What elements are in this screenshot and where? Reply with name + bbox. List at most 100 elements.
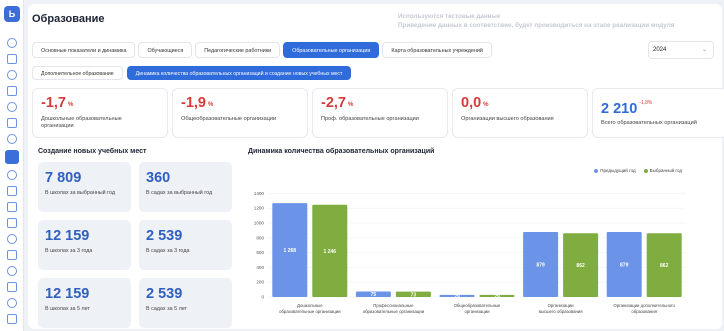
new-places-tiles: 7 809 В школах за выбранный год 360 В са… — [38, 162, 232, 328]
kpi-card-preschool: -1,7% Дошкольные образовательные организ… — [32, 88, 168, 138]
legend-dot-icon — [594, 168, 599, 173]
bar-data-label: 75 — [371, 292, 377, 298]
chart-legend: Предыдущий год Выбранный год — [594, 168, 682, 173]
kpi-label: Всего образовательных организаций — [601, 120, 697, 126]
bar-data-label: 879 — [620, 262, 629, 268]
x-tick-label: Общеобразовательные — [454, 303, 501, 308]
bar-data-label: 879 — [536, 262, 545, 268]
globe-icon[interactable] — [7, 298, 17, 308]
bank-icon[interactable] — [7, 202, 17, 212]
kpi-label: Дошкольные образовательные организации — [41, 116, 122, 129]
tile-value: 12 159 — [45, 286, 90, 302]
building-icon[interactable] — [7, 54, 17, 64]
org-dynamics-chart: Предыдущий год Выбранный год 0 200 400 600 8… — [242, 160, 690, 322]
tile-value: 360 — [146, 170, 171, 186]
tile-value: 7 809 — [45, 170, 82, 186]
users-icon[interactable] — [7, 118, 17, 128]
document-icon[interactable] — [7, 186, 17, 196]
page-title: Образование — [32, 13, 105, 25]
test-data-notice: Используются тестовые данные Приведение … — [398, 12, 674, 30]
tab-map[interactable]: Карта образовательных учреждений — [382, 42, 492, 58]
kpi-value: 0,0% — [461, 95, 489, 111]
notice-line-1: Используются тестовые данные — [398, 13, 501, 20]
tile-label: В садах за 3 года — [146, 248, 190, 254]
tile-schools-3y: 12 159 В школах за 3 года — [38, 220, 131, 270]
kpi-label: Общеобразовательные организации — [181, 116, 277, 122]
tab-students[interactable]: Обучающиеся — [138, 42, 193, 58]
x-tick-label: Дошкольные — [297, 303, 323, 308]
y-tick-label: 600 — [256, 250, 264, 255]
kpi-label: Проф. образовательные организации — [321, 116, 419, 122]
notice-line-2: Приведение данных в соответствие, будет … — [398, 22, 675, 29]
kpi-card-higher: 0,0% Организации высшего образования — [452, 88, 588, 138]
bar-data-label: 1 246 — [324, 249, 337, 255]
legend-label: Выбранный год — [649, 168, 682, 173]
y-tick-label: 800 — [256, 235, 264, 240]
subtab-additional-education[interactable]: Дополнительное образование — [32, 66, 123, 80]
tile-schools-year: 7 809 В школах за выбранный год — [38, 162, 131, 212]
grid-icon[interactable] — [7, 314, 17, 324]
kpi-card-professional: -2,7% Проф. образовательные организации — [312, 88, 448, 138]
y-tick-label: 1000 — [254, 221, 265, 226]
bar-data-label: 29 — [494, 294, 500, 300]
bar-data-label: 862 — [660, 263, 669, 269]
kpi-value: 2 210 -1,8% — [601, 100, 653, 117]
star-icon[interactable] — [7, 170, 17, 180]
kpi-value: -2,7% — [321, 95, 354, 111]
y-tick-label: 1200 — [254, 206, 265, 211]
tile-value: 2 539 — [146, 228, 183, 244]
x-tick-label: образовательные организации — [363, 309, 425, 314]
chevron-down-icon: ⌄ — [701, 47, 707, 53]
tile-label: В школах за 3 года — [45, 248, 93, 254]
main-tabs: Основные показатели и динамика Обучающие… — [32, 42, 492, 60]
kpi-label: Организации высшего образования — [461, 116, 554, 122]
tile-kindergartens-year: 360 В садах за выбранный год — [139, 162, 232, 212]
sidebar: Ь — [0, 0, 24, 331]
chart-icon[interactable] — [7, 70, 17, 80]
tile-value: 12 159 — [45, 228, 90, 244]
tab-main-indicators[interactable]: Основные показатели и динамика — [32, 42, 136, 58]
subtab-dynamics[interactable]: Динамика количества образовательных орга… — [126, 66, 352, 80]
y-tick-label: 1400 — [254, 191, 265, 196]
x-tick-label: Организации дополнительного — [613, 303, 675, 308]
tile-label: В школах за выбранный год — [45, 190, 116, 196]
x-tick-label: высшего образования — [539, 309, 584, 314]
app-logo[interactable]: Ь — [4, 6, 20, 22]
tile-value: 2 539 — [146, 286, 183, 302]
bar-data-label: 862 — [576, 263, 585, 269]
tile-schools-5y: 12 159 В школах за 5 лет — [38, 278, 131, 328]
clock-icon[interactable] — [7, 234, 17, 244]
tab-organizations[interactable]: Образовательные организации — [283, 42, 380, 58]
transport-icon[interactable] — [7, 266, 17, 276]
settings-icon[interactable] — [7, 134, 17, 144]
tile-label: В садах за 5 лет — [146, 306, 188, 312]
bar-data-label: 29 — [454, 294, 460, 300]
home-icon[interactable] — [7, 38, 17, 48]
kpi-row: -1,7% Дошкольные образовательные организ… — [32, 88, 724, 138]
tile-kindergartens-5y: 2 539 В садах за 5 лет — [139, 278, 232, 328]
flag-icon[interactable] — [7, 250, 17, 260]
year-select[interactable]: 2024 ⌄ — [648, 41, 714, 59]
y-tick-label: 0 — [261, 295, 264, 300]
new-places-title: Создание новых учебных мест — [38, 148, 147, 155]
sub-tabs: Дополнительное образование Динамика коли… — [32, 66, 352, 80]
bar-data-label: 73 — [411, 292, 417, 298]
kpi-value: -1,9% — [181, 95, 214, 111]
y-tick-label: 200 — [256, 280, 264, 285]
calendar-icon[interactable] — [7, 282, 17, 292]
x-tick-label: организации — [464, 309, 490, 314]
tile-label: В садах за выбранный год — [146, 190, 213, 196]
y-tick-label: 400 — [256, 265, 264, 270]
x-tick-label: образовательные организации — [279, 309, 341, 314]
education-icon[interactable] — [5, 150, 19, 164]
bar-chart-svg: 0 200 400 600 800 1000 1200 1400 1 268 1 246 Дошко… — [254, 191, 686, 314]
message-icon[interactable] — [7, 218, 17, 228]
x-tick-label: Организации — [548, 303, 575, 308]
tab-teachers[interactable]: Педагогические работники — [195, 42, 281, 58]
health-icon[interactable] — [7, 102, 17, 112]
kpi-card-general: -1,9% Общеобразовательные организации — [172, 88, 308, 138]
legend-item-current[interactable]: Выбранный год — [643, 168, 682, 173]
year-select-value: 2024 — [653, 47, 667, 53]
legend-item-prev[interactable]: Предыдущий год — [594, 168, 636, 173]
people-icon[interactable] — [7, 86, 17, 96]
